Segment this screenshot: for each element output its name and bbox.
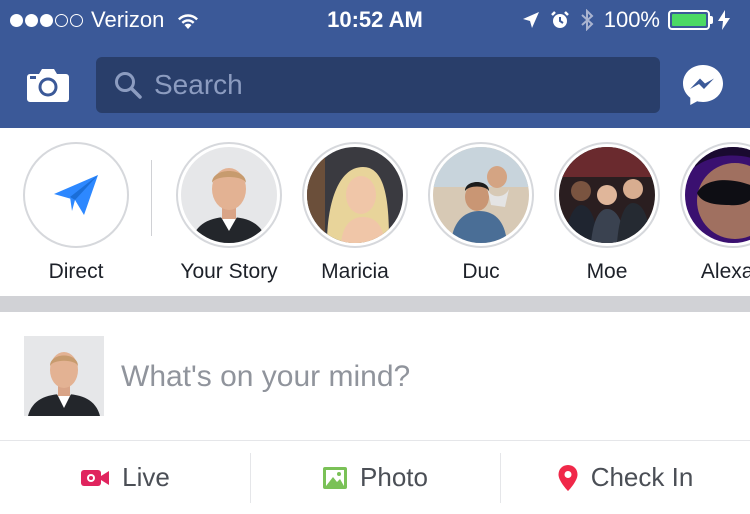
status-bar: Verizon 10:52 AM 100%: [0, 0, 750, 40]
story-name: Your Story: [180, 260, 278, 283]
story-name: Alexan: [700, 260, 750, 283]
post-composer[interactable]: What's on your mind?: [0, 312, 750, 440]
alarm-icon: [550, 11, 569, 28]
story-ring: [428, 142, 534, 248]
bluetooth-icon: [581, 9, 594, 31]
story-name: Moe: [586, 260, 628, 283]
section-separator: [0, 296, 750, 312]
paper-plane-icon: [54, 175, 98, 215]
battery-icon: [668, 10, 713, 30]
story-avatar: [685, 147, 750, 243]
live-button[interactable]: Live: [0, 441, 250, 514]
check-in-button[interactable]: Check In: [500, 441, 750, 514]
charging-bolt-icon: [718, 10, 730, 30]
location-arrow-icon: [522, 12, 539, 28]
photo-icon: [323, 466, 348, 489]
check-in-label: Check In: [590, 462, 694, 492]
story-ring: [554, 142, 660, 248]
story-avatar: [559, 147, 655, 243]
story-name: Direct: [48, 260, 104, 283]
story-name: Maricia: [321, 260, 389, 283]
story-ring: [176, 142, 282, 248]
search-bar[interactable]: [96, 57, 660, 113]
composer-actions: Live Photo Check In: [0, 441, 750, 514]
photo-label: Photo: [360, 462, 428, 492]
story-ring: [680, 142, 750, 248]
stories-row: Direct Your Story Maricia Duc Moe Alexa: [0, 128, 750, 296]
live-label: Live: [122, 462, 170, 492]
avatar[interactable]: [24, 336, 104, 416]
battery-percent: 100%: [603, 7, 660, 32]
story-direct[interactable]: Direct: [16, 142, 136, 284]
photo-button[interactable]: Photo: [250, 441, 500, 514]
story-name: Duc: [462, 260, 500, 283]
story-avatar: [433, 147, 529, 243]
composer-prompt[interactable]: What's on your mind?: [121, 360, 410, 394]
status-right: 100%: [522, 6, 740, 34]
story-duc[interactable]: Duc: [421, 142, 541, 284]
story-alexan[interactable]: Alexan: [673, 142, 750, 284]
story-ring: [23, 142, 129, 248]
story-maricia[interactable]: Maricia: [295, 142, 415, 284]
your-story-avatar: [181, 147, 277, 243]
search-icon: [115, 72, 142, 99]
stories-divider: [151, 160, 152, 236]
live-video-icon: [81, 469, 110, 486]
battery-level: [672, 14, 706, 26]
story-your-story[interactable]: Your Story: [169, 142, 289, 284]
location-pin-icon: [558, 464, 578, 491]
camera-icon[interactable]: [26, 68, 70, 102]
search-input[interactable]: [154, 69, 634, 101]
story-ring: [302, 142, 408, 248]
story-moe[interactable]: Moe: [547, 142, 667, 284]
top-header: Verizon 10:52 AM 100%: [0, 0, 750, 128]
messenger-icon[interactable]: [681, 63, 725, 107]
story-avatar: [307, 147, 403, 243]
